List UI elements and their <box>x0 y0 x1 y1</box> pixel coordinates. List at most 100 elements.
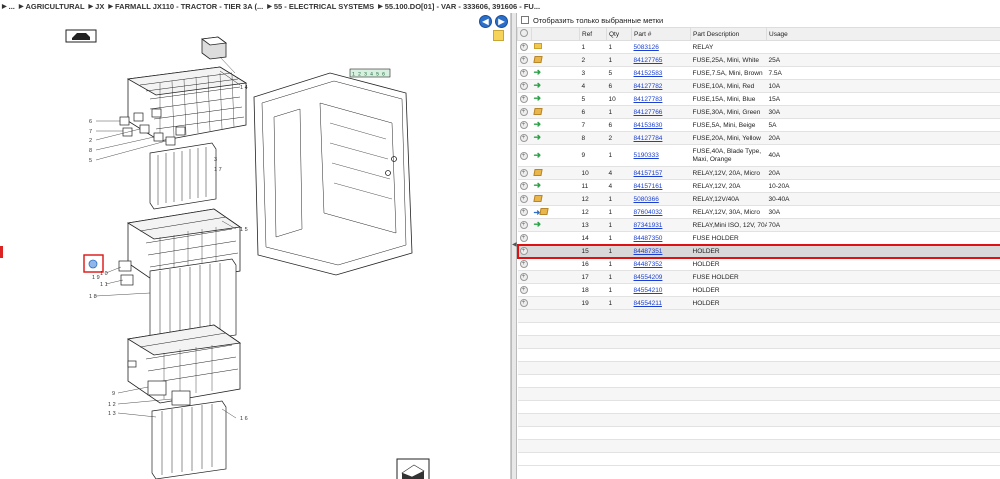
table-row[interactable]: +14 1 84487350 FUSE HOLDER <box>517 231 1000 245</box>
table-row[interactable]: +2 1 84127765 FUSE,25A, Mini, White 25A <box>517 53 1000 67</box>
row-part-number[interactable]: 5080366 <box>631 192 691 206</box>
breadcrumb-item-root[interactable]: ▶... <box>2 2 15 11</box>
plus-icon[interactable]: + <box>519 56 528 64</box>
callout-11[interactable]: 1 1 <box>100 282 108 288</box>
callout-15[interactable]: 1 5 <box>240 227 248 233</box>
part-number-link[interactable]: 84152583 <box>634 70 663 77</box>
row-expand[interactable]: + <box>517 79 532 93</box>
plus-icon[interactable]: + <box>519 95 528 103</box>
part-number-link[interactable]: 84487350 <box>634 235 663 242</box>
table-row[interactable]: + ➜ 7 6 84153630 FUSE,5A, Mini, Beige 5A <box>517 118 1000 132</box>
table-row[interactable]: + ➜ 11 4 84157161 RELAY,12V, 20A 10-20A <box>517 179 1000 193</box>
row-part-number[interactable]: 87341931 <box>631 218 691 232</box>
plus-icon[interactable]: + <box>519 121 528 129</box>
part-number-link[interactable]: 84127766 <box>634 109 663 116</box>
row-part-number[interactable]: 84157161 <box>631 179 691 193</box>
callout-6[interactable]: 6 <box>89 119 92 125</box>
part-number-link[interactable]: 84153630 <box>634 122 663 129</box>
table-row[interactable]: + ➜ 4 6 84127782 FUSE,10A, Mini, Red 10A <box>517 79 1000 93</box>
row-expand[interactable]: + <box>517 144 532 167</box>
relays-middle[interactable] <box>118 260 134 286</box>
table-row[interactable]: +18 1 84554210 HOLDER <box>517 283 1000 297</box>
callout-7[interactable]: 7 <box>89 129 92 135</box>
callout-12[interactable]: 1 2 <box>108 402 116 408</box>
callout-8[interactable]: 8 <box>89 148 92 154</box>
callout-13[interactable]: 1 3 <box>108 411 116 417</box>
callout-14[interactable]: 1 4 <box>240 85 248 91</box>
callout-10[interactable]: 1 0 <box>100 271 108 277</box>
view-orientation-icon[interactable] <box>396 458 430 479</box>
part-number-link[interactable]: 84157157 <box>634 170 663 177</box>
table-row[interactable]: +10 4 84157157 RELAY,12V, 20A, Micro 20A <box>517 166 1000 180</box>
row-expand[interactable]: + <box>517 270 532 284</box>
part-number-link[interactable]: 84157161 <box>634 183 663 190</box>
row-expand[interactable]: + <box>517 66 532 80</box>
part-number-link[interactable]: 84554211 <box>634 300 662 307</box>
row-part-number[interactable]: 84487350 <box>631 231 691 245</box>
plus-icon[interactable]: + <box>519 260 528 268</box>
plus-icon[interactable]: + <box>519 108 528 116</box>
row-part-number[interactable]: 84157157 <box>631 166 691 180</box>
part-number-link[interactable]: 84554209 <box>634 274 663 281</box>
plus-icon[interactable]: + <box>519 286 528 294</box>
table-row[interactable]: + ➜ 5 10 84127783 FUSE,15A, Mini, Blue 15A <box>517 92 1000 106</box>
callout-9[interactable]: 9 <box>112 391 115 397</box>
breadcrumb-item-model[interactable]: ▶ FARMALL JX110 - TRACTOR - TIER 3A (... <box>108 2 263 11</box>
row-expand[interactable]: + <box>517 40 532 54</box>
plus-icon[interactable]: + <box>519 221 528 229</box>
part-number-link[interactable]: 84487352 <box>634 261 663 268</box>
plus-icon[interactable]: + <box>519 182 528 190</box>
row-expand[interactable]: + <box>517 166 532 180</box>
part-number-link[interactable]: 84127783 <box>634 96 663 103</box>
row-expand[interactable]: + <box>517 283 532 297</box>
plus-icon[interactable]: + <box>519 134 528 142</box>
breadcrumb-label[interactable]: AGRICULTURAL <box>26 2 85 11</box>
callout-5[interactable]: 5 <box>89 158 92 164</box>
plus-icon[interactable]: + <box>519 169 528 177</box>
plus-icon[interactable]: + <box>519 69 528 77</box>
part-number-link[interactable]: 84554210 <box>634 287 663 294</box>
breadcrumb-item-jx[interactable]: ▶ JX <box>89 2 105 11</box>
part-number-link[interactable]: 84127765 <box>634 57 663 64</box>
part-number-link[interactable]: 84127784 <box>634 135 663 142</box>
row-expand[interactable]: + <box>517 131 532 145</box>
callout-16[interactable]: 1 6 <box>240 416 248 422</box>
plus-icon[interactable]: + <box>519 273 528 281</box>
row-expand[interactable]: + <box>517 231 532 245</box>
row-part-number[interactable]: 84127783 <box>631 92 691 106</box>
table-row[interactable]: + ➜ 12 1 87604032 RELAY,12V, 30A, Micro 30A <box>517 205 1000 219</box>
row-expand[interactable]: + <box>517 257 532 271</box>
callout-2[interactable]: 2 <box>89 138 92 144</box>
part-number-link[interactable]: 5190333 <box>634 152 659 159</box>
plus-icon[interactable]: + <box>519 234 528 242</box>
table-row[interactable]: +15 1 84487351 HOLDER <box>516 243 1000 259</box>
row-expand[interactable]: + <box>517 118 532 132</box>
row-part-number[interactable]: 84127784 <box>631 131 691 145</box>
fuse-box-housing[interactable] <box>253 72 413 276</box>
part-number-link[interactable]: 87604032 <box>634 209 663 216</box>
callout-17[interactable]: 1 7 <box>214 167 222 173</box>
callout-3[interactable]: 3 <box>214 157 217 163</box>
row-expand[interactable]: + <box>517 205 532 219</box>
row-part-number[interactable]: 84153630 <box>631 118 691 132</box>
part-number-link[interactable]: 84127782 <box>634 83 663 90</box>
table-row[interactable]: +16 1 84487352 HOLDER <box>517 257 1000 271</box>
breadcrumb-label[interactable]: FARMALL JX110 - TRACTOR - TIER 3A (... <box>115 2 263 11</box>
fuse-holder-lower[interactable] <box>151 400 227 479</box>
breadcrumb-label[interactable]: 55.100.DO[01] - VAR - 333606, 391606 - F… <box>385 2 540 11</box>
header-expand[interactable] <box>517 27 532 41</box>
row-expand[interactable]: + <box>517 53 532 67</box>
row-expand[interactable]: + <box>517 296 532 310</box>
breadcrumb-item-agricultural[interactable]: ▶ AGRICULTURAL <box>19 2 85 11</box>
table-row[interactable]: + ➜ 8 2 84127784 FUSE,20A, Mini, Yellow 20A <box>517 131 1000 145</box>
collapse-arrow-icon[interactable]: ◀ <box>512 241 517 248</box>
header-part[interactable]: Part # <box>631 27 691 41</box>
table-row[interactable]: +1 1 5083126 RELAY <box>517 40 1000 54</box>
row-part-number[interactable]: 84487351 <box>631 244 691 258</box>
header-qty[interactable]: Qty <box>606 27 632 41</box>
part-number-link[interactable]: 87341931 <box>634 222 663 229</box>
table-row[interactable]: + ➜ 3 5 84152583 FUSE,7.5A, Mini, Brown 7.5A <box>517 66 1000 80</box>
row-part-number[interactable]: 5083126 <box>631 40 691 54</box>
part-number-link[interactable]: 5083126 <box>634 44 659 51</box>
plus-icon[interactable]: + <box>519 195 528 203</box>
